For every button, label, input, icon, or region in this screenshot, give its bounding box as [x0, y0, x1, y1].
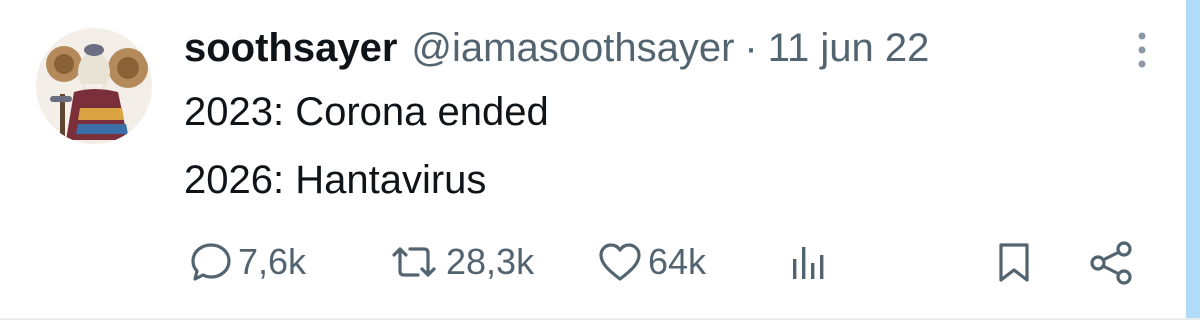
heart-icon: [599, 243, 641, 281]
share-icon: [1090, 241, 1132, 285]
tweet-header: soothsayer @iamasoothsayer · 11 jun 22: [184, 20, 929, 76]
tweet-text: 2023: Corona ended 2026: Hantavirus: [184, 78, 549, 214]
like-button[interactable]: 64k: [596, 232, 706, 292]
more-vertical-icon: [1138, 32, 1146, 68]
analytics-bars-icon: [793, 247, 824, 279]
reply-bubble-icon: [191, 243, 231, 281]
views-analytics-button[interactable]: [788, 232, 828, 292]
bookmark-button[interactable]: [992, 232, 1036, 292]
bookmark-icon: [999, 243, 1029, 282]
avatar[interactable]: [36, 28, 152, 144]
retweet-count: 28,3k: [446, 241, 535, 282]
header-separator: ·: [744, 26, 758, 70]
reply-button[interactable]: 7,6k: [188, 232, 306, 292]
author-handle[interactable]: @iamasoothsayer: [411, 20, 734, 76]
ram-soothsayer-avatar-icon: [36, 28, 152, 144]
right-edge-strip: [1186, 0, 1200, 320]
retweet-icon: [392, 247, 436, 277]
tweet-card: soothsayer @iamasoothsayer · 11 jun 22 2…: [0, 0, 1200, 320]
reply-count: 7,6k: [238, 241, 307, 282]
author-display-name[interactable]: soothsayer: [184, 20, 397, 76]
tweet-text-line: 2026: Hantavirus: [184, 158, 487, 202]
share-button[interactable]: [1086, 232, 1136, 292]
like-count: 64k: [648, 241, 707, 282]
tweet-actions: 7,6k 28,3k 64k: [0, 232, 1200, 292]
tweet-text-line: 2023: Corona ended: [184, 90, 549, 134]
retweet-button[interactable]: 28,3k: [386, 232, 534, 292]
more-options-button[interactable]: [1124, 22, 1160, 78]
tweet-date[interactable]: 11 jun 22: [768, 20, 930, 76]
